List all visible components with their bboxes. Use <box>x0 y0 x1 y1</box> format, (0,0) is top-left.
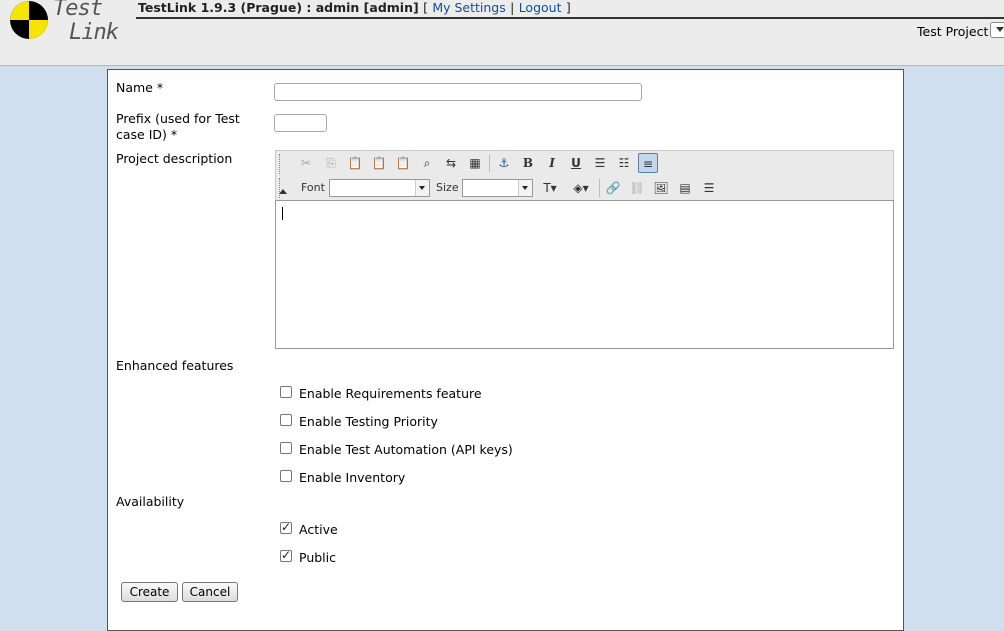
prefix-input[interactable] <box>274 114 327 132</box>
logout-link[interactable]: Logout <box>519 0 562 15</box>
image-icon[interactable]: 🖼 <box>651 178 671 198</box>
font-label: Font <box>301 181 325 194</box>
toolbar-separator <box>489 154 490 172</box>
underline-icon[interactable]: U <box>566 153 586 173</box>
copy-icon[interactable]: ⎘ <box>321 153 341 173</box>
requirements-checkbox[interactable] <box>280 386 292 398</box>
testing-priority-checkbox-label[interactable]: Enable Testing Priority <box>299 414 438 430</box>
collapse-toolbar-icon[interactable] <box>279 189 287 194</box>
bracket-open: [ <box>423 0 428 15</box>
select-all-icon[interactable]: ▦ <box>465 153 485 173</box>
table-icon[interactable]: ▤ <box>675 178 695 198</box>
background-color-icon[interactable]: ◈▾ <box>568 178 594 198</box>
text-caret <box>282 207 283 220</box>
logo-text-test: Test <box>53 0 103 21</box>
paste-word-icon[interactable]: 📋 <box>393 153 413 173</box>
toolbar-grip[interactable] <box>279 154 283 174</box>
test-automation-checkbox-label[interactable]: Enable Test Automation (API keys) <box>299 442 513 458</box>
public-checkbox-label[interactable]: Public <box>299 550 336 566</box>
font-select[interactable] <box>329 179 430 197</box>
bold-icon[interactable]: B <box>518 153 538 173</box>
app-title-bar: TestLink 1.9.3 (Prague) : admin [admin] … <box>138 0 571 16</box>
header-divider <box>136 17 1004 19</box>
size-label: Size <box>436 181 459 194</box>
name-label: Name * <box>116 80 164 95</box>
italic-icon[interactable]: I <box>542 153 562 173</box>
prefix-label: Prefix (used for Test case ID) * <box>116 111 240 142</box>
anchor-icon[interactable]: ⚓ <box>494 153 514 173</box>
testlink-logo[interactable]: Test Link <box>9 0 119 52</box>
active-checkbox-label[interactable]: Active <box>299 522 338 538</box>
size-select[interactable] <box>462 179 533 197</box>
toolbar-separator-2 <box>599 179 600 197</box>
enhanced-features-label: Enhanced features <box>116 358 234 373</box>
test-project-select[interactable] <box>990 22 1004 38</box>
link-separator: | <box>510 0 515 15</box>
editor-toolbar: ✂ ⎘ 📋 📋 📋 ⌕ ⇆ ▦ ⚓ B I U ☰ ☷ ≡ Font Size <box>275 150 894 201</box>
project-form-panel: Name * Prefix (used for Test case ID) * … <box>107 69 904 631</box>
inventory-checkbox[interactable] <box>280 470 292 482</box>
requirements-checkbox-label[interactable]: Enable Requirements feature <box>299 386 482 402</box>
chevron-down-icon <box>415 180 429 196</box>
create-button[interactable]: Create <box>121 582 178 602</box>
text-color-icon[interactable]: T▾ <box>537 178 563 198</box>
logo-text-link: Link <box>69 20 119 45</box>
unordered-list-icon[interactable]: ☷ <box>614 153 634 173</box>
ordered-list-icon[interactable]: ☰ <box>590 153 610 173</box>
cancel-button[interactable]: Cancel <box>182 582 238 602</box>
top-header: Test Link TestLink 1.9.3 (Prague) : admi… <box>0 0 1004 66</box>
find-icon[interactable]: ⌕ <box>417 153 437 173</box>
project-description-label: Project description <box>116 151 233 166</box>
public-checkbox[interactable] <box>280 548 292 562</box>
bracket-close: ] <box>565 0 571 15</box>
name-input[interactable] <box>274 83 642 101</box>
availability-label: Availability <box>116 494 185 509</box>
replace-icon[interactable]: ⇆ <box>441 153 461 173</box>
description-editor: ✂ ⎘ 📋 📋 📋 ⌕ ⇆ ▦ ⚓ B I U ☰ ☷ ≡ Font Size <box>275 150 894 349</box>
active-checkbox[interactable] <box>280 520 292 534</box>
test-automation-checkbox[interactable] <box>280 442 292 454</box>
paste-text-icon[interactable]: 📋 <box>369 153 389 173</box>
app-version-user: TestLink 1.9.3 (Prague) : admin [admin] <box>138 0 419 15</box>
inventory-checkbox-label[interactable]: Enable Inventory <box>299 470 405 486</box>
paste-icon[interactable]: 📋 <box>345 153 365 173</box>
unlink-icon[interactable]: ⛓ <box>627 178 647 198</box>
description-text-area[interactable] <box>275 200 894 349</box>
testing-priority-checkbox[interactable] <box>280 414 292 426</box>
chevron-down-icon <box>518 180 532 196</box>
align-left-icon[interactable]: ≡ <box>638 153 658 173</box>
toolbar-grip-2[interactable] <box>279 178 283 198</box>
link-icon[interactable]: 🔗 <box>603 178 623 198</box>
test-project-label: Test Project <box>917 24 989 39</box>
horizontal-rule-icon[interactable]: ☰ <box>699 178 719 198</box>
cut-icon[interactable]: ✂ <box>296 153 316 173</box>
logo-target-icon <box>10 1 48 39</box>
my-settings-link[interactable]: My Settings <box>432 0 505 15</box>
